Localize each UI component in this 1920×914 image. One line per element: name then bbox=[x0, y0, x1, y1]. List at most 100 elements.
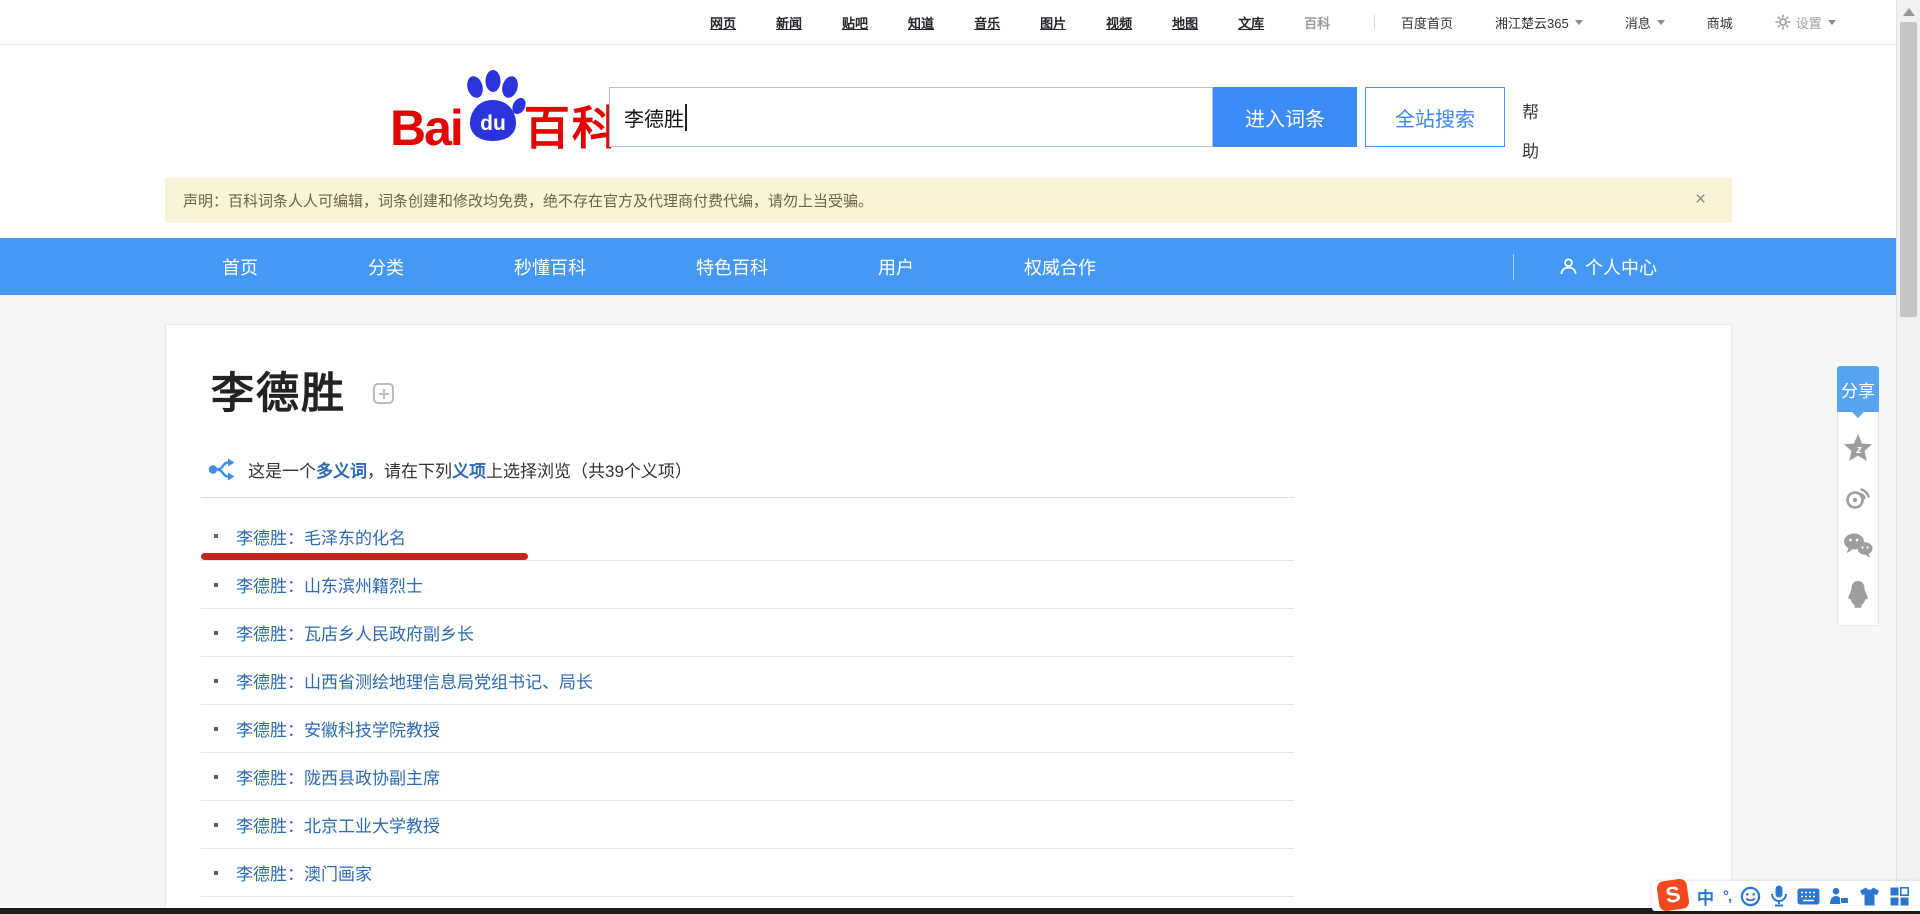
top-nav-account-area: 百度首页 湘江楚云365 消息 商城 设置 bbox=[1374, 0, 1836, 44]
top-nav-link-music[interactable]: 音乐 bbox=[974, 13, 1000, 32]
chevron-down-icon bbox=[1657, 20, 1665, 25]
plus-icon[interactable] bbox=[373, 383, 394, 404]
qzone-icon[interactable]: z bbox=[1844, 434, 1872, 461]
top-nav-link-video[interactable]: 视频 bbox=[1106, 13, 1132, 32]
nav-authority-cooperation[interactable]: 权威合作 bbox=[1024, 254, 1096, 280]
nav-featured-baike[interactable]: 特色百科 bbox=[696, 254, 768, 280]
taskbar-edge bbox=[0, 908, 1920, 914]
keyboard-icon[interactable] bbox=[1797, 888, 1820, 905]
nav-home[interactable]: 首页 bbox=[222, 254, 258, 280]
list-item: 李德胜：山东滨州籍烈士 bbox=[201, 561, 1294, 609]
scrollbar-track[interactable] bbox=[1896, 0, 1920, 914]
disclaimer-text: 声明：百科词条人人可编辑，词条创建和修改均免费，绝不存在官方及代理商付费代编，请… bbox=[183, 190, 873, 211]
emoji-icon[interactable] bbox=[1740, 886, 1761, 907]
sense-link[interactable]: 李德胜：陇西县政协副主席 bbox=[236, 764, 440, 789]
sense-list: 李德胜：毛泽东的化名 李德胜：山东滨州籍烈士 李德胜：瓦店乡人民政府副乡长 李德… bbox=[201, 497, 1294, 897]
list-item: 李德胜：陇西县政协副主席 bbox=[201, 753, 1294, 801]
top-nav-bar: 网页 新闻 贴吧 知道 音乐 图片 视频 地图 文库 百科 百度首页 湘江楚云3… bbox=[0, 0, 1896, 45]
chinese-mode-toggle[interactable]: 中 bbox=[1697, 884, 1714, 909]
top-nav-link-zhidao[interactable]: 知道 bbox=[908, 13, 934, 32]
baike-nav-links: 首页 分类 秒懂百科 特色百科 用户 权威合作 bbox=[222, 238, 1096, 295]
punctuation-toggle[interactable]: °, bbox=[1723, 888, 1731, 905]
top-nav-link-wenku[interactable]: 文库 bbox=[1238, 13, 1264, 32]
personal-center-link[interactable]: 个人中心 bbox=[1559, 254, 1657, 280]
skin-icon[interactable] bbox=[1858, 887, 1881, 906]
sense-link[interactable]: 李德胜：毛泽东的化名 bbox=[236, 524, 406, 549]
logo-baike-text: 百科 bbox=[524, 107, 620, 151]
chevron-down-icon bbox=[1828, 20, 1836, 25]
share-tab[interactable]: 分享 bbox=[1837, 366, 1879, 412]
sense-link[interactable]: 李德胜：瓦店乡人民政府副乡长 bbox=[236, 620, 474, 645]
list-item: 李德胜：澳门画家 bbox=[201, 849, 1294, 897]
polysemy-link[interactable]: 多义词 bbox=[316, 457, 367, 482]
sense-link[interactable]: 李德胜：澳门画家 bbox=[236, 860, 372, 885]
top-nav-link-web[interactable]: 网页 bbox=[710, 13, 736, 32]
sogou-logo-icon[interactable]: S bbox=[1656, 878, 1690, 912]
top-nav-link-tieba[interactable]: 贴吧 bbox=[842, 13, 868, 32]
bullet-icon bbox=[214, 534, 218, 538]
sense-link[interactable]: 李德胜：安徽科技学院教授 bbox=[236, 716, 440, 741]
senses-link[interactable]: 义项 bbox=[452, 457, 486, 482]
list-item: 李德胜：北京工业大学教授 bbox=[201, 801, 1294, 849]
user-center-area: 个人中心 bbox=[1513, 238, 1657, 295]
sense-link[interactable]: 李德胜：北京工业大学教授 bbox=[236, 812, 440, 837]
baidu-home-link[interactable]: 百度首页 bbox=[1401, 13, 1453, 32]
messages-label: 消息 bbox=[1625, 13, 1651, 32]
top-nav-link-baike-current: 百科 bbox=[1304, 13, 1330, 32]
weibo-icon[interactable] bbox=[1845, 483, 1872, 510]
sense-link[interactable]: 李德胜：山西省测绘地理信息局党组书记、局长 bbox=[236, 668, 593, 693]
enter-entry-button[interactable]: 进入词条 bbox=[1213, 87, 1357, 147]
disambig-middle: ，请在下列 bbox=[367, 457, 452, 482]
svg-text:du: du bbox=[480, 112, 506, 135]
messages-menu[interactable]: 消息 bbox=[1625, 13, 1665, 32]
help-link[interactable]: 帮助 bbox=[1516, 103, 1541, 181]
top-nav-link-images[interactable]: 图片 bbox=[1040, 13, 1066, 32]
logo-bai-text: Bai bbox=[390, 106, 462, 151]
mall-link[interactable]: 商城 bbox=[1707, 13, 1733, 32]
bullet-icon bbox=[214, 775, 218, 779]
settings-menu[interactable]: 设置 bbox=[1775, 13, 1836, 32]
wechat-icon[interactable] bbox=[1843, 532, 1873, 558]
content-card: 李德胜 这是一个多义词，请在下列义项上选择浏览（共39个义项） 李德胜：毛泽东的… bbox=[165, 324, 1732, 914]
settings-label: 设置 bbox=[1796, 13, 1822, 32]
scrollbar-thumb[interactable] bbox=[1900, 22, 1917, 317]
sense-link[interactable]: 李德胜：山东滨州籍烈士 bbox=[236, 572, 423, 597]
personal-center-label: 个人中心 bbox=[1585, 254, 1657, 280]
input-stats-icon[interactable] bbox=[1829, 887, 1849, 906]
top-nav-link-maps[interactable]: 地图 bbox=[1172, 13, 1198, 32]
fullsite-search-button[interactable]: 全站搜索 bbox=[1365, 87, 1505, 147]
top-nav-link-news[interactable]: 新闻 bbox=[776, 13, 802, 32]
menu-grid-icon[interactable] bbox=[1890, 887, 1909, 906]
scroll-up-arrow-icon[interactable] bbox=[1903, 8, 1915, 16]
person-icon bbox=[1559, 257, 1578, 276]
search-input[interactable] bbox=[609, 87, 1213, 147]
list-item: 李德胜：瓦店乡人民政府副乡长 bbox=[201, 609, 1294, 657]
close-icon[interactable]: × bbox=[1695, 188, 1706, 212]
highlight-underline bbox=[201, 553, 528, 560]
bullet-icon bbox=[214, 583, 218, 587]
text-cursor bbox=[685, 104, 687, 131]
nav-miaodong-baike[interactable]: 秒懂百科 bbox=[514, 254, 586, 280]
bullet-icon bbox=[214, 823, 218, 827]
svg-text:z: z bbox=[1855, 444, 1862, 456]
bullet-icon bbox=[214, 871, 218, 875]
microphone-icon[interactable] bbox=[1770, 885, 1788, 907]
qq-icon[interactable] bbox=[1845, 580, 1871, 609]
share-panel: 分享 z bbox=[1837, 366, 1879, 626]
share-tab-tail bbox=[1852, 412, 1864, 424]
baike-logo[interactable]: Bai du 百科 bbox=[390, 70, 620, 151]
list-item: 李德胜：山西省测绘地理信息局党组书记、局长 bbox=[201, 657, 1294, 705]
ime-toolbar: S 中 °, bbox=[1652, 881, 1920, 911]
disambig-suffix: 上选择浏览（共39个义项） bbox=[486, 457, 692, 482]
nav-users[interactable]: 用户 bbox=[878, 254, 914, 280]
baidu-paw-icon: du bbox=[460, 70, 526, 149]
disclaimer-bar: 声明：百科词条人人可编辑，词条创建和修改均免费，绝不存在官方及代理商付费代编，请… bbox=[165, 178, 1732, 223]
nav-divider bbox=[1513, 254, 1514, 280]
list-item: 李德胜：毛泽东的化名 bbox=[201, 498, 1294, 561]
bullet-icon bbox=[214, 679, 218, 683]
nav-categories[interactable]: 分类 bbox=[368, 254, 404, 280]
page-title: 李德胜 bbox=[211, 359, 346, 421]
gear-icon bbox=[1775, 14, 1791, 30]
top-nav-divider bbox=[1374, 15, 1375, 29]
username-menu[interactable]: 湘江楚云365 bbox=[1495, 13, 1583, 32]
